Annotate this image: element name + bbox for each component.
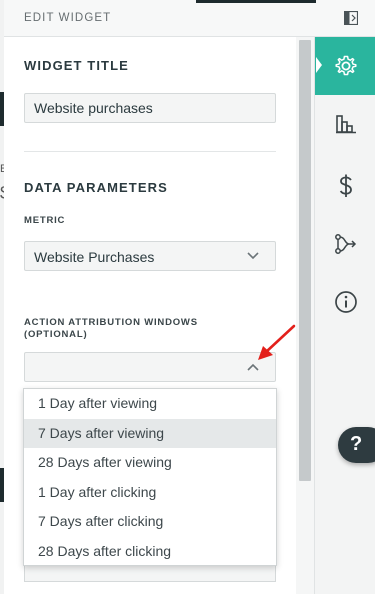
dollar-icon bbox=[339, 174, 352, 197]
attribution-windows-select[interactable] bbox=[24, 352, 276, 382]
widget-settings-rail bbox=[314, 37, 375, 594]
menu-item-28-days-viewing[interactable]: 28 Days after viewing bbox=[24, 448, 276, 478]
data-parameters-heading: DATA PARAMETERS bbox=[24, 180, 168, 195]
attribution-windows-label: ACTION ATTRIBUTION WINDOWS (OPTIONAL) bbox=[24, 317, 198, 340]
rail-item-flow[interactable] bbox=[315, 215, 375, 273]
metric-select-value: Website Purchases bbox=[34, 249, 155, 265]
bar-chart-icon bbox=[335, 115, 356, 134]
panel-scrollbar-thumb[interactable] bbox=[299, 40, 311, 481]
page-title: EDIT WIDGET bbox=[24, 12, 112, 24]
collapse-panel-icon[interactable] bbox=[344, 11, 358, 25]
menu-item-1-day-viewing[interactable]: 1 Day after viewing bbox=[24, 389, 276, 419]
rail-item-currency[interactable] bbox=[315, 157, 375, 215]
chevron-up-icon bbox=[247, 363, 259, 371]
section-divider bbox=[24, 151, 276, 152]
metric-select[interactable]: Website Purchases bbox=[24, 241, 276, 271]
header-dark-tab bbox=[196, 0, 316, 3]
annotation-arrow-icon bbox=[258, 324, 296, 360]
widget-title-heading: WIDGET TITLE bbox=[24, 58, 129, 73]
rail-item-info[interactable] bbox=[315, 273, 375, 331]
menu-item-7-days-clicking[interactable]: 7 Days after clicking bbox=[24, 507, 276, 537]
active-rail-pointer bbox=[316, 57, 322, 73]
help-button[interactable]: ? bbox=[338, 427, 375, 463]
widget-title-input[interactable]: Website purchases bbox=[24, 93, 276, 123]
branch-icon bbox=[334, 234, 356, 254]
info-icon bbox=[334, 291, 357, 313]
menu-item-7-days-viewing[interactable]: 7 Days after viewing bbox=[24, 418, 276, 448]
menu-item-28-days-clicking[interactable]: 28 Days after clicking bbox=[24, 537, 276, 567]
gear-icon bbox=[334, 55, 357, 76]
rail-item-settings[interactable] bbox=[315, 37, 375, 95]
chevron-down-icon bbox=[247, 252, 259, 260]
menu-item-1-day-clicking[interactable]: 1 Day after clicking bbox=[24, 478, 276, 508]
attribution-windows-menu: 1 Day after viewing 7 Days after viewing… bbox=[23, 388, 277, 566]
edit-widget-header: EDIT WIDGET bbox=[4, 0, 375, 37]
help-label: ? bbox=[350, 433, 363, 455]
metric-label: METRIC bbox=[24, 215, 66, 226]
rail-item-chart[interactable] bbox=[315, 95, 375, 153]
